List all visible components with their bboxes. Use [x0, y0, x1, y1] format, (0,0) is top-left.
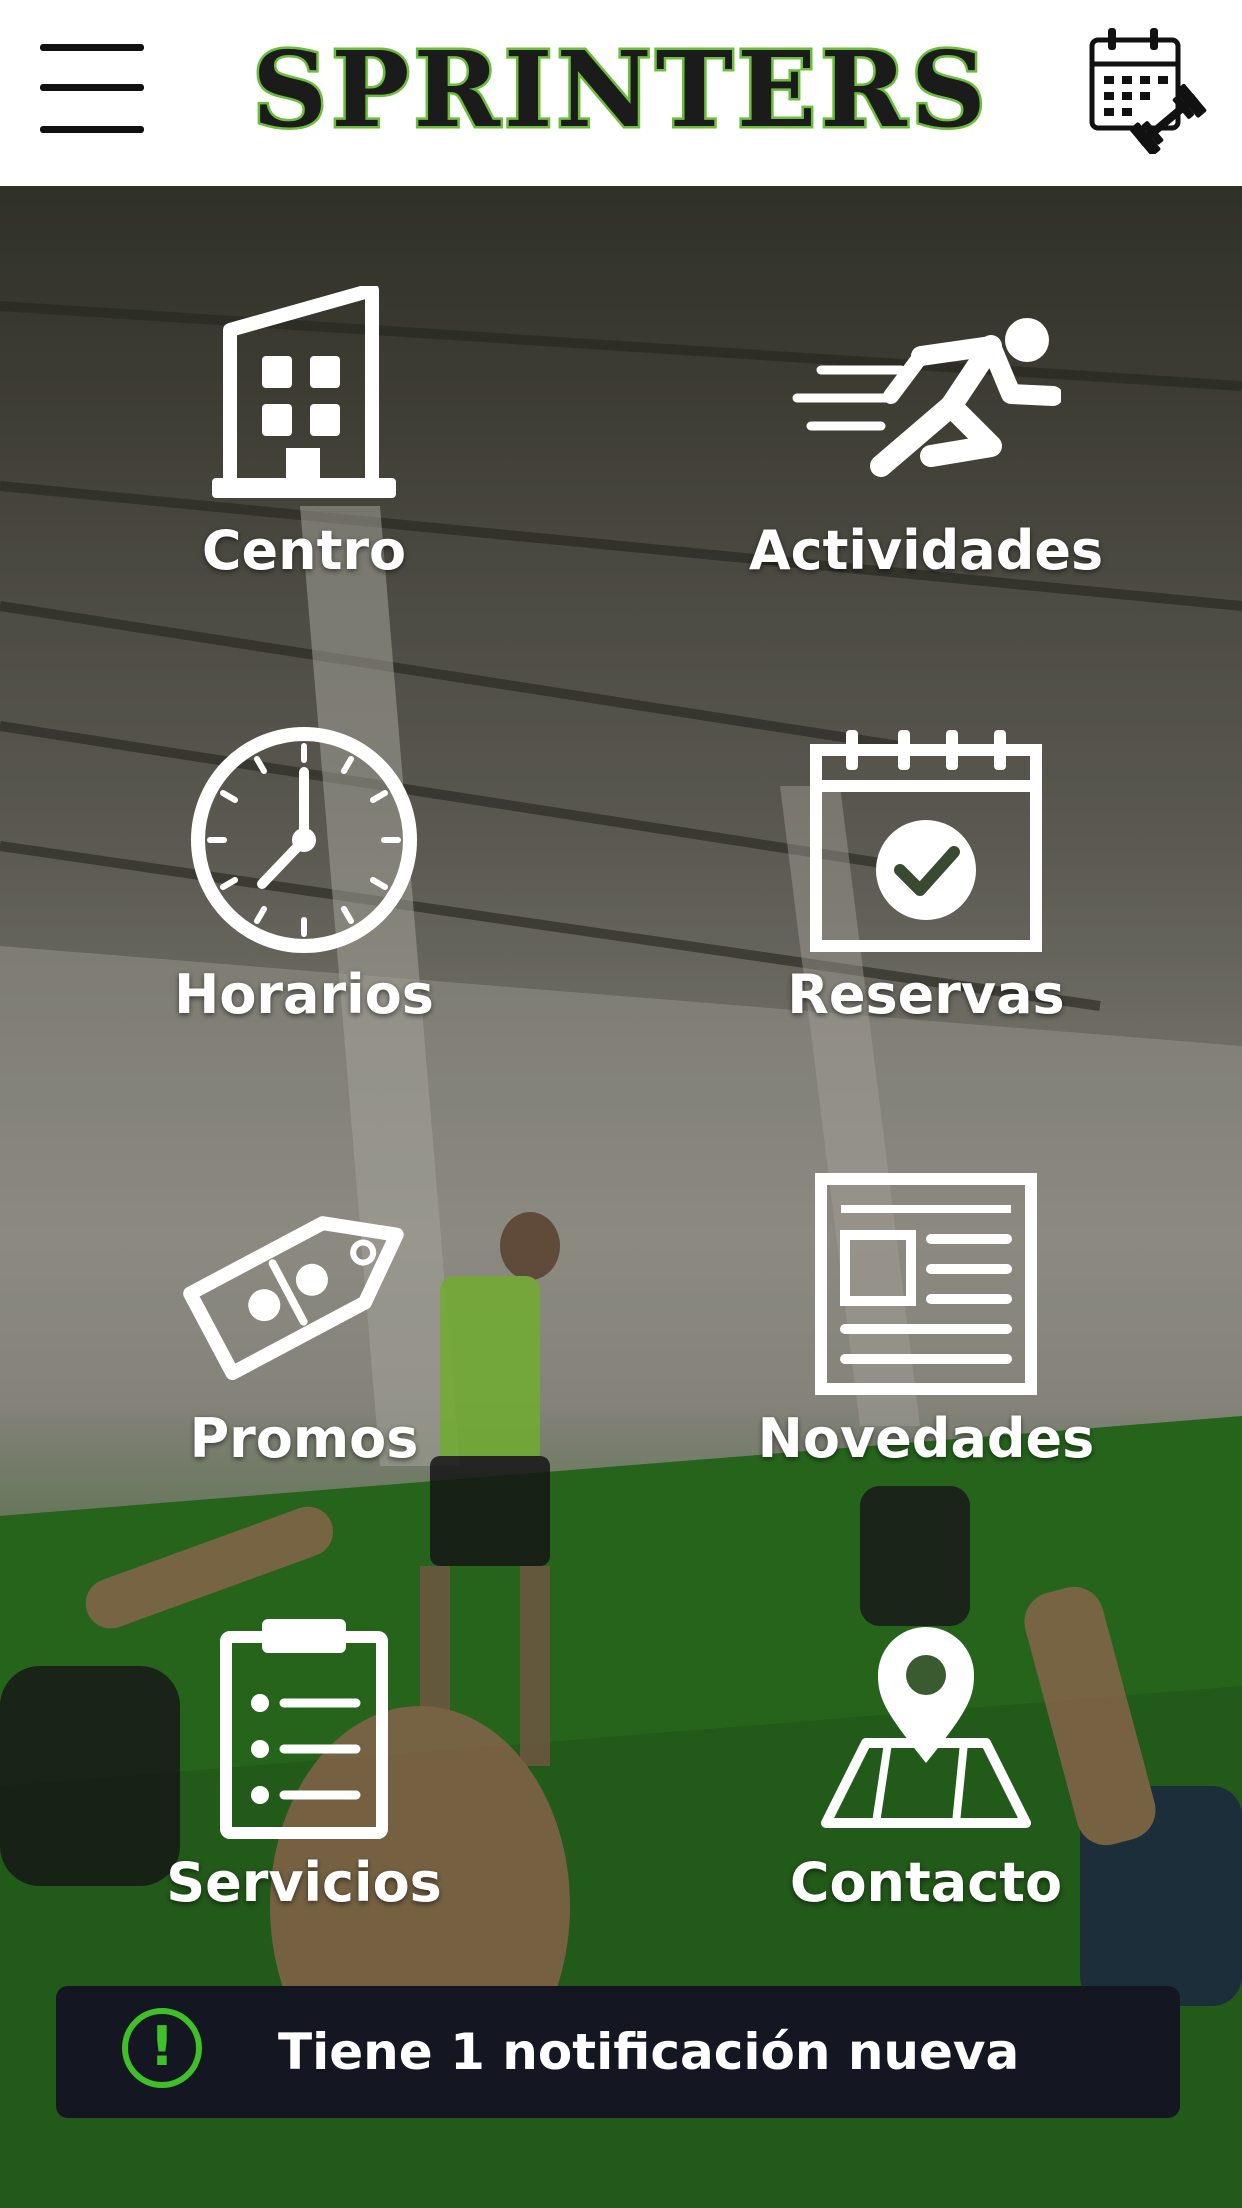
runner-icon — [776, 276, 1076, 516]
clipboard-list-icon — [154, 1608, 454, 1848]
menu-item-label: Contacto — [789, 1851, 1063, 1914]
building-icon — [154, 276, 454, 516]
menu-item-novedades[interactable]: Novedades — [716, 1164, 1136, 1504]
notification-text: Tiene 1 notificación nueva — [278, 2023, 1020, 2081]
calendar-check-icon — [776, 720, 1076, 960]
menu-item-label: Novedades — [757, 1407, 1095, 1470]
menu-item-label: Actividades — [748, 519, 1104, 582]
menu-item-label: Promos — [189, 1407, 419, 1470]
discount-tag-icon — [154, 1164, 454, 1404]
newspaper-icon — [776, 1164, 1076, 1404]
menu-item-promos[interactable]: Promos — [94, 1164, 514, 1504]
menu-item-label: Horarios — [174, 963, 434, 1026]
notification-banner[interactable]: ! Tiene 1 notificación nueva — [56, 1986, 1180, 2118]
exclamation-circle-icon: ! — [122, 2008, 202, 2088]
menu-item-label: Reservas — [787, 963, 1065, 1026]
clock-icon — [154, 720, 454, 960]
calendar-dumbbell-icon[interactable] — [1088, 24, 1208, 157]
menu-item-centro[interactable]: Centro — [94, 276, 514, 616]
menu-item-label: Centro — [201, 519, 407, 582]
menu-item-reservas[interactable]: Reservas — [716, 720, 1136, 1060]
home-menu-background: Centro Actividades Horarios Reservas Pro… — [0, 186, 1242, 2208]
menu-item-servicios[interactable]: Servicios — [94, 1608, 514, 1948]
app-logo: SPRINTERS — [250, 28, 990, 151]
map-pin-icon — [776, 1608, 1076, 1848]
menu-item-label: Servicios — [166, 1851, 442, 1914]
app-header: SPRINTERS — [0, 0, 1242, 186]
menu-item-contacto[interactable]: Contacto — [716, 1608, 1136, 1948]
menu-item-horarios[interactable]: Horarios — [94, 720, 514, 1060]
menu-item-actividades[interactable]: Actividades — [716, 276, 1136, 616]
